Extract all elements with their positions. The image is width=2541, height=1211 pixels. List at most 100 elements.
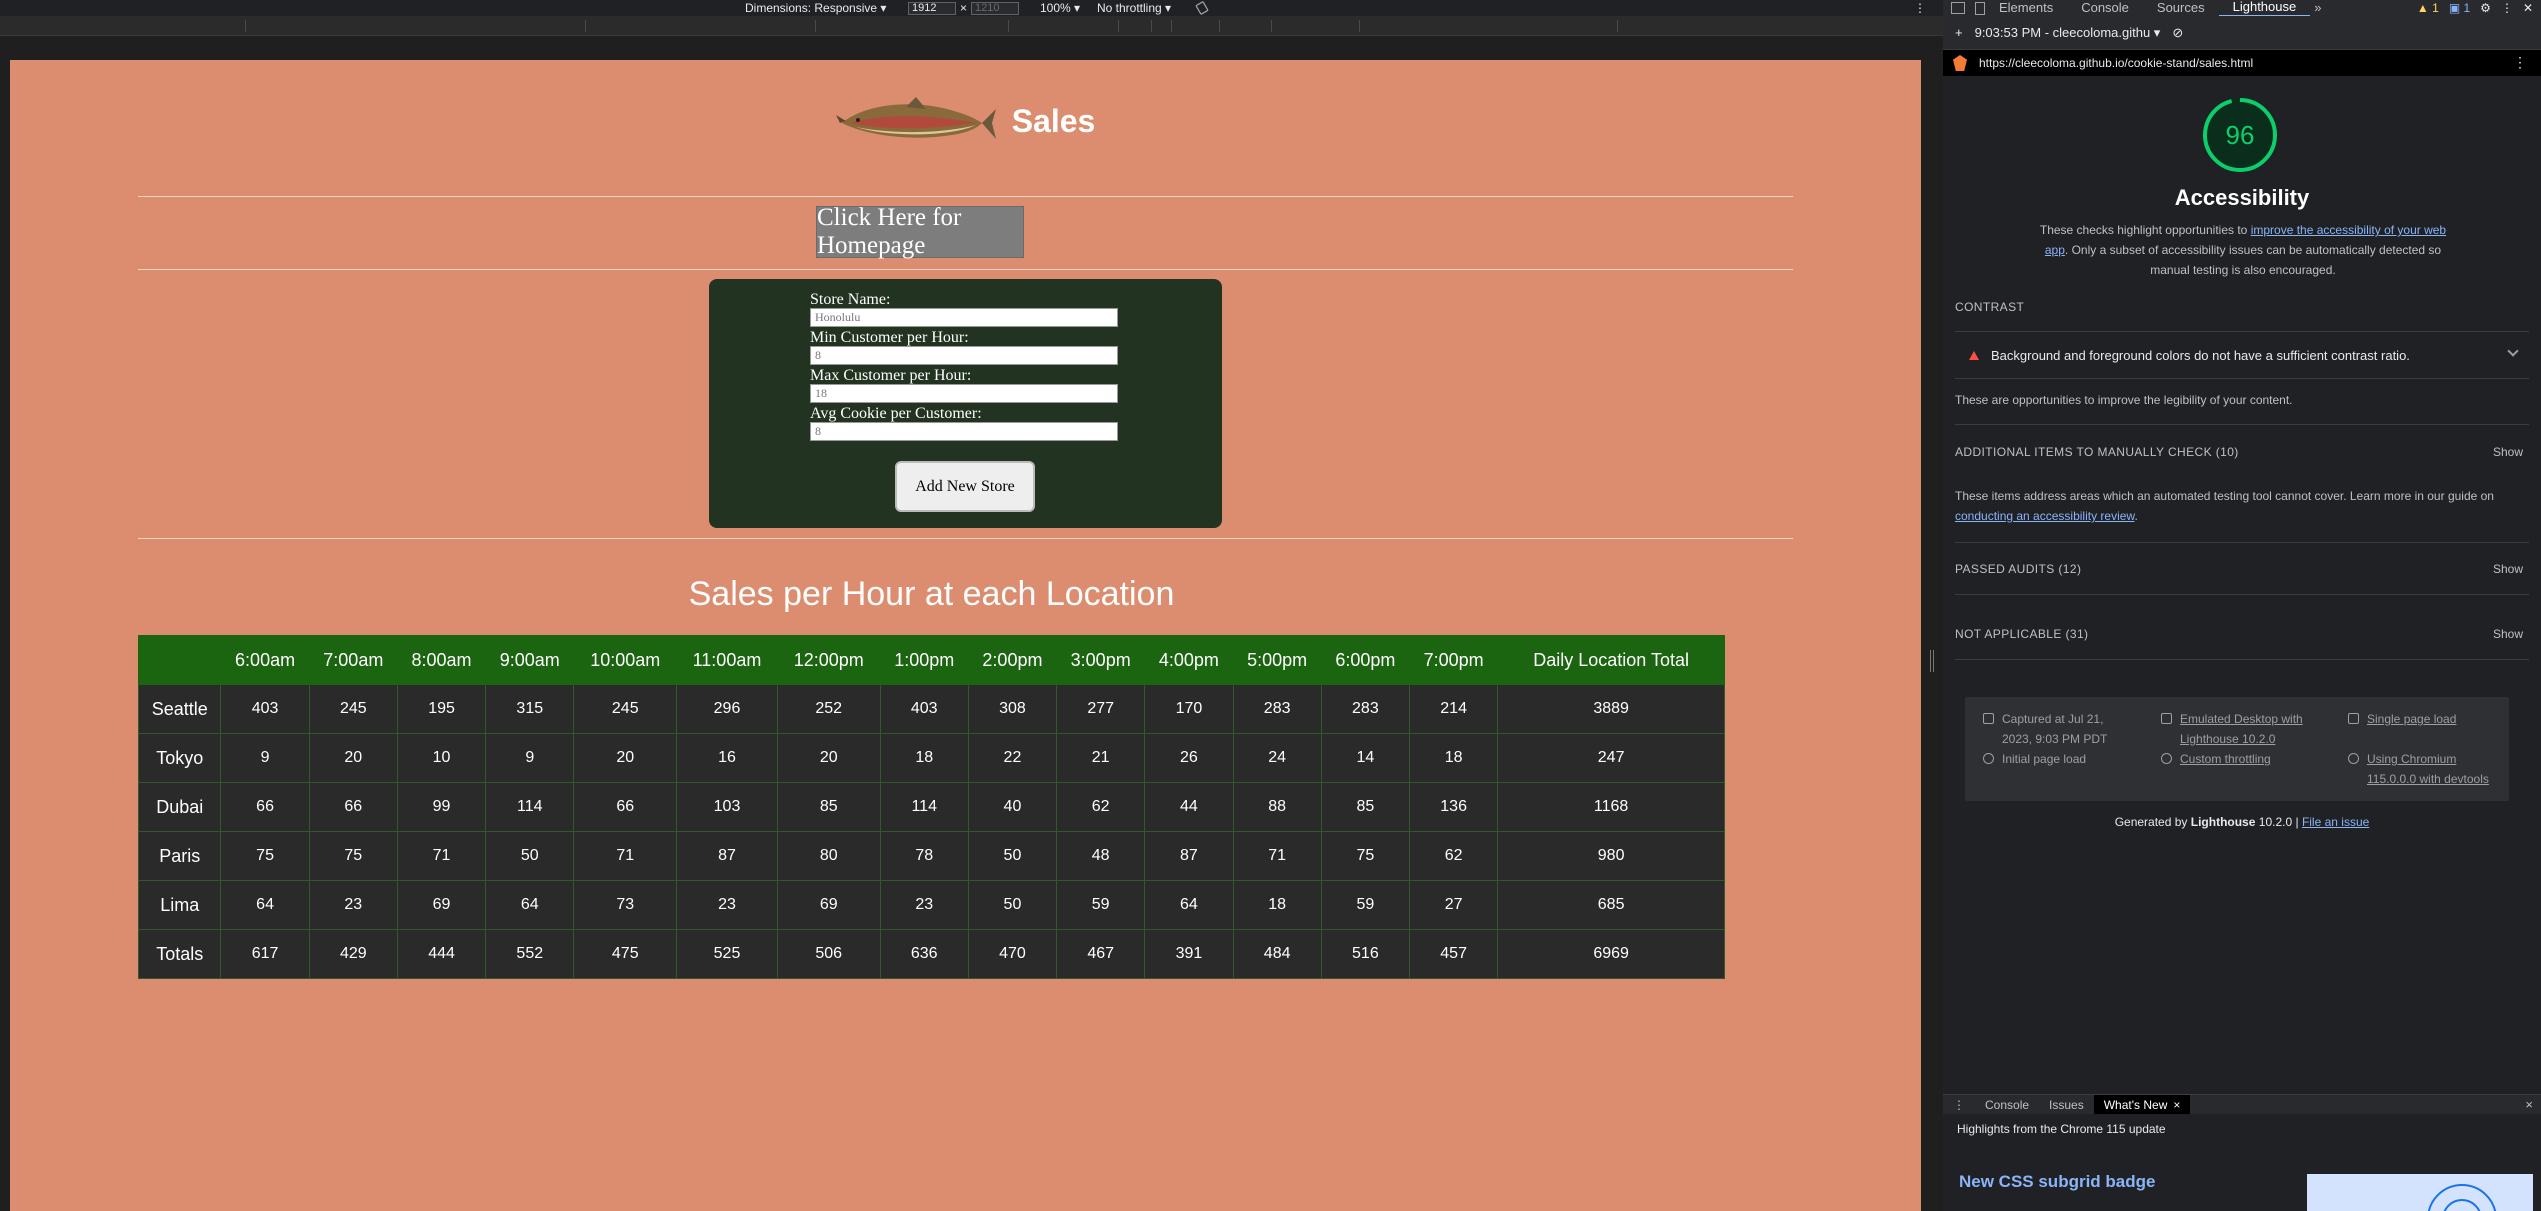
device-icon[interactable] xyxy=(1975,1,1985,15)
drawer-menu-icon[interactable]: ⋮ xyxy=(1943,1095,1975,1115)
generated-version: 10.2.0 | xyxy=(2258,815,2299,829)
table-cell: 457 xyxy=(1408,929,1499,979)
issues-badge[interactable]: ▣ 1 xyxy=(2449,1,2470,15)
table-cell: 66 xyxy=(220,782,310,832)
report-selector[interactable]: 9:03:53 PM - cleecoloma.githu ▾ xyxy=(1975,25,2161,41)
report-menu-icon[interactable]: ⋮ xyxy=(2513,54,2527,71)
table-cell: 16 xyxy=(676,733,778,783)
avg-cookie-input[interactable]: 8 xyxy=(810,422,1118,441)
throttling-label: No throttling ▾ xyxy=(1097,1,1172,15)
table-cell: 296 xyxy=(676,684,778,734)
min-customer-label: Min Customer per Hour: xyxy=(810,329,969,346)
table-cell: 88 xyxy=(1232,782,1322,832)
height-input[interactable]: 1210 xyxy=(971,1,1020,15)
rotate-icon[interactable] xyxy=(1195,1,1209,15)
single-page-load[interactable]: Single page load xyxy=(2367,709,2456,729)
table-cell: 9 xyxy=(485,733,575,783)
homepage-button[interactable]: Click Here for Homepage xyxy=(816,204,1024,259)
divider xyxy=(1955,594,2529,595)
table-header-cell: 11:00am xyxy=(676,635,778,685)
inspect-icon[interactable] xyxy=(1951,2,1965,14)
table-cell: 18 xyxy=(1408,733,1499,783)
accessibility-review-link[interactable]: conducting an accessibility review xyxy=(1955,509,2134,523)
contrast-audit[interactable]: Background and foreground colors do not … xyxy=(1955,333,2529,377)
dimensions-dropdown[interactable]: Dimensions: Responsive ▾ xyxy=(745,1,886,15)
divider xyxy=(1955,542,2529,543)
chevron-down-icon xyxy=(2507,345,2519,357)
desc-prefix: These checks highlight opportunities to xyxy=(2039,223,2248,237)
table-cell: 467 xyxy=(1056,929,1146,979)
table-cell: 85 xyxy=(1320,782,1411,832)
close-devtools-icon[interactable]: ✕ xyxy=(2523,1,2533,15)
na-show-button[interactable]: Show xyxy=(2493,627,2523,641)
zoom-dropdown[interactable]: 100% ▾ xyxy=(1040,1,1080,15)
sales-table: 6:00am 7:00am 8:00am 9:00am 10:00am 11:00am 12… xyxy=(137,635,1725,979)
whats-new-panel: Highlights from the Chrome 115 update Ne… xyxy=(1943,1114,2541,1211)
table-cell: 252 xyxy=(776,684,881,734)
table-cell: 636 xyxy=(879,929,969,979)
media-query-ruler[interactable] xyxy=(0,16,1943,36)
plus-icon[interactable]: + xyxy=(1955,25,1963,40)
manual-show-button[interactable]: Show xyxy=(2493,445,2523,459)
desc-suffix: . Only a subset of accessibility issues … xyxy=(2064,243,2442,277)
not-applicable-header[interactable]: NOT APPLICABLE (31) xyxy=(1955,627,2088,641)
table-header-cell: 7:00pm xyxy=(1408,635,1499,685)
drawer-tab-whats-new[interactable]: What's New × xyxy=(2093,1094,2191,1115)
min-customer-input[interactable]: 8 xyxy=(810,346,1118,365)
table-cell: 64 xyxy=(485,880,575,930)
chromium-version[interactable]: Using Chromium 115.0.0.0 with devtools xyxy=(2367,749,2498,789)
generated-by: Generated by Lighthouse 10.2.0 | File an… xyxy=(1943,815,2541,829)
table-cell: 685 xyxy=(1497,880,1725,930)
manual-description: These items address areas which an autom… xyxy=(1955,489,2494,523)
table-header-cell: 6:00pm xyxy=(1320,635,1411,685)
table-cell: 10 xyxy=(396,733,487,783)
table-cell: 9 xyxy=(220,733,310,783)
zoom-label: 100% ▾ xyxy=(1040,1,1081,15)
page-icon xyxy=(2348,713,2359,724)
tab-elements[interactable]: Elements xyxy=(1985,0,2067,16)
table-cell: 1168 xyxy=(1497,782,1725,832)
table-cell: 403 xyxy=(879,684,969,734)
tab-lighthouse[interactable]: Lighthouse xyxy=(2218,0,2311,17)
add-new-store-button[interactable]: Add New Store xyxy=(895,461,1035,512)
drawer-tab-console[interactable]: Console xyxy=(1975,1095,2039,1115)
more-tabs-button[interactable]: » xyxy=(2310,0,2325,16)
table-cell: 69 xyxy=(396,880,487,930)
divider xyxy=(1955,424,2529,425)
custom-throttling[interactable]: Custom throttling xyxy=(2180,749,2271,769)
close-tab-icon[interactable]: × xyxy=(2173,1098,2180,1112)
emulated-desktop[interactable]: Emulated Desktop with Lighthouse 10.2.0 xyxy=(2180,709,2321,749)
max-customer-input[interactable]: 18 xyxy=(810,384,1118,403)
toolbar-more-menu[interactable]: ⋮ xyxy=(1914,1,1926,15)
table-cell: 617 xyxy=(220,929,310,979)
table-header-corner xyxy=(137,635,222,685)
more-icon: ⋮ xyxy=(1914,1,1926,15)
passed-show-button[interactable]: Show xyxy=(2493,562,2523,576)
close-drawer-icon[interactable]: × xyxy=(2525,1097,2533,1112)
table-header-cell: 5:00pm xyxy=(1232,635,1322,685)
store-name-input[interactable]: Honolulu xyxy=(810,308,1118,327)
manual-check-header[interactable]: ADDITIONAL ITEMS TO MANUALLY CHECK (10) xyxy=(1955,445,2239,459)
devtools-menu-icon[interactable]: ⋮ xyxy=(2501,1,2513,15)
dimensions-label: Dimensions: Responsive ▾ xyxy=(745,1,887,15)
passed-audits-header[interactable]: PASSED AUDITS (12) xyxy=(1955,562,2081,576)
clear-icon[interactable]: ⊘ xyxy=(2172,25,2183,41)
table-cell: 27 xyxy=(1408,880,1499,930)
drawer-tab-issues[interactable]: Issues xyxy=(2039,1095,2094,1115)
divider xyxy=(1955,659,2529,660)
avg-cookie-label: Avg Cookie per Customer: xyxy=(810,405,982,422)
promo-image xyxy=(2307,1174,2533,1211)
table-cell: 18 xyxy=(1232,880,1322,930)
tab-sources[interactable]: Sources xyxy=(2143,0,2219,16)
manual-header-label: ADDITIONAL ITEMS TO MANUALLY CHECK xyxy=(1955,445,2212,459)
resize-handle[interactable] xyxy=(1930,650,1934,672)
table-row: Paris 75 75 71 50 71 87 80 78 50 48 87 71 75 62 980 xyxy=(137,831,1725,881)
settings-icon[interactable]: ⚙ xyxy=(2480,1,2491,15)
file-issue-link[interactable]: File an issue xyxy=(2302,815,2369,829)
whats-new-link[interactable]: New CSS subgrid badge xyxy=(1959,1172,2155,1192)
throttling-dropdown[interactable]: No throttling ▾ xyxy=(1097,1,1171,15)
tab-console[interactable]: Console xyxy=(2067,0,2143,16)
initial-page-load: Initial page load xyxy=(2002,752,2087,766)
warning-badge[interactable]: ▲ 1 xyxy=(2417,1,2439,15)
width-input[interactable]: 1912 xyxy=(908,1,956,15)
